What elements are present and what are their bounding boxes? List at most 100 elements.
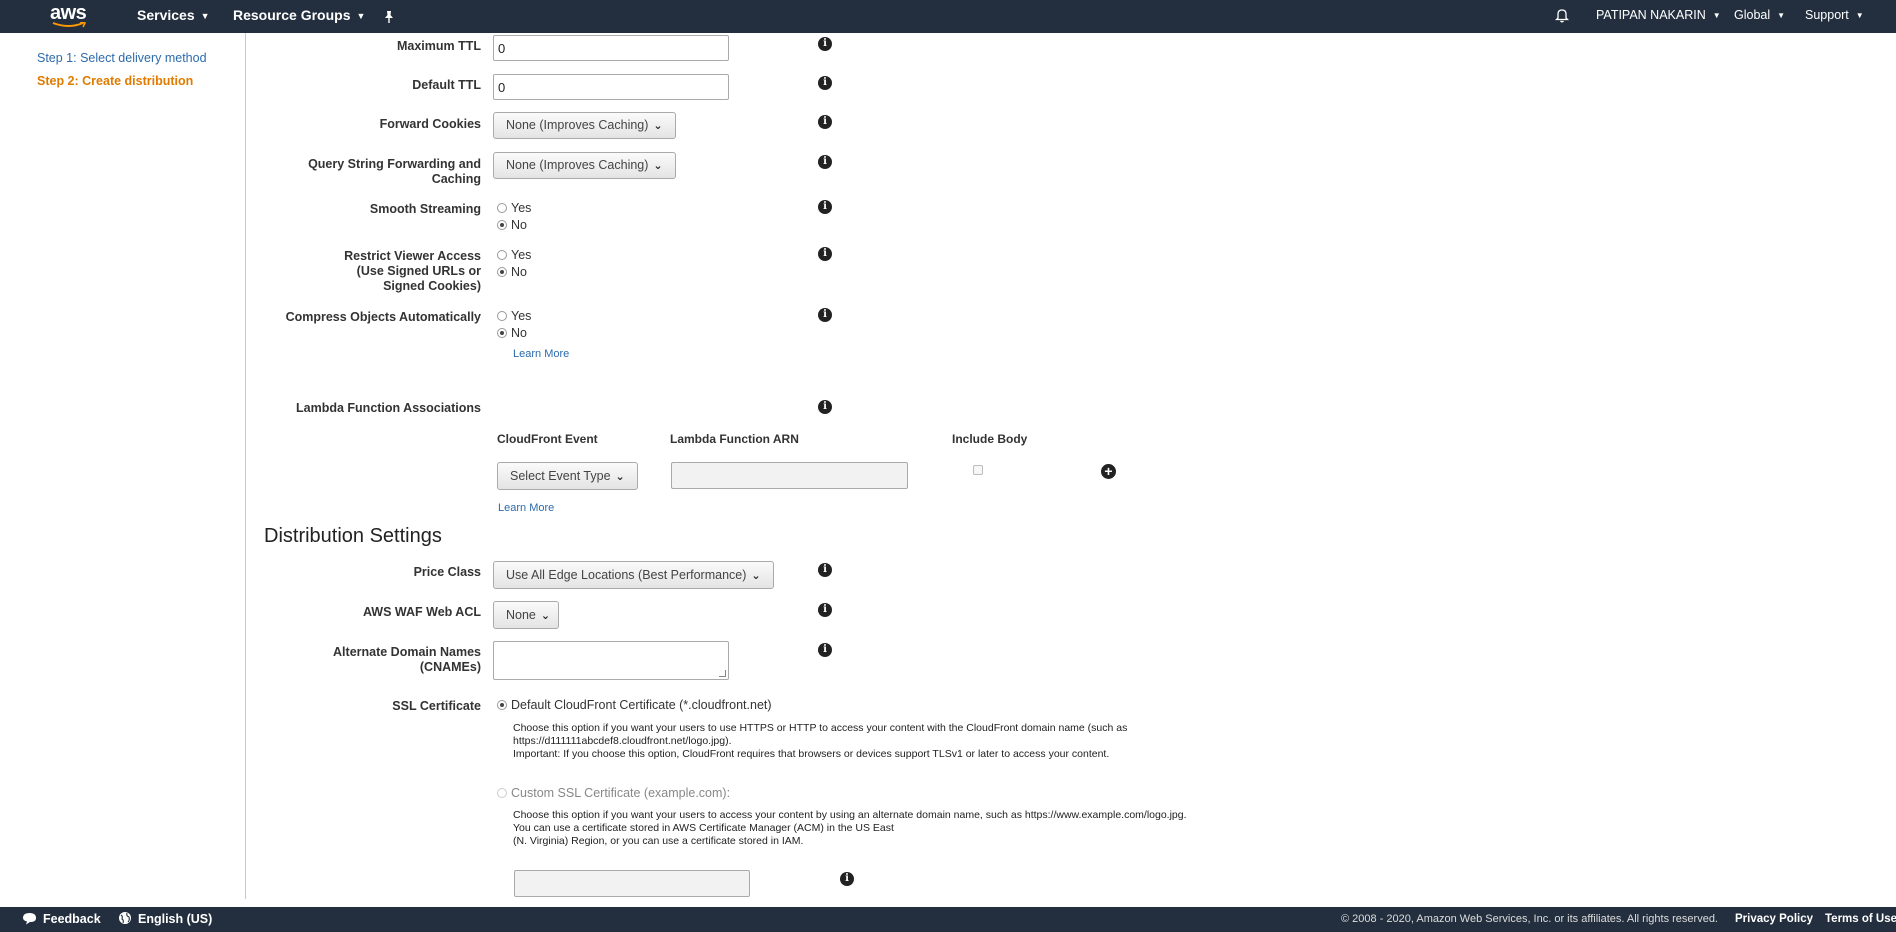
query-string-select[interactable]: None (Improves Caching) ⌄ (493, 152, 676, 179)
yes-label: Yes (511, 201, 532, 215)
compress-learn-more-link[interactable]: Learn More (513, 348, 569, 360)
speech-bubble-icon (23, 913, 36, 925)
cf-event-header: CloudFront Event (497, 432, 598, 446)
ssl-custom-option[interactable]: Custom SSL Certificate (example.com): (497, 785, 730, 801)
lambda-label: Lambda Function Associations (296, 401, 481, 415)
chevron-down-icon: ⌄ (540, 610, 551, 622)
custom-ssl-certificate-input[interactable] (514, 870, 750, 897)
no-label: No (511, 326, 527, 340)
ssl-custom-desc-line3: (N. Virginia) Region, or you can use a c… (513, 835, 804, 847)
query-string-label-line1: Query String Forwarding and (308, 157, 481, 171)
radio-button[interactable] (497, 203, 507, 213)
region-label: Global (1734, 8, 1771, 22)
language-selector[interactable]: English (US) (118, 907, 212, 932)
language-label: English (US) (138, 912, 213, 926)
lambda-arn-input[interactable] (671, 462, 908, 489)
section-title-distribution: Distribution Settings (264, 525, 442, 547)
smooth-streaming-no[interactable]: No (497, 217, 527, 233)
include-body-checkbox[interactable] (973, 465, 983, 475)
pin-icon[interactable] (383, 1, 395, 34)
price-class-select[interactable]: Use All Edge Locations (Best Performance… (493, 561, 774, 589)
add-circle-icon[interactable]: + (1101, 464, 1116, 479)
max-ttl-input[interactable] (493, 35, 729, 61)
chevron-down-icon: ▼ (1777, 11, 1786, 21)
radio-button[interactable] (497, 250, 507, 260)
restrict-viewer-label: Restrict Viewer Access (Use Signed URLs … (344, 249, 481, 294)
user-name: PATIPAN NAKARIN (1596, 8, 1706, 22)
chevron-down-icon: ▼ (356, 11, 366, 22)
sidebar-step-1[interactable]: Step 1: Select delivery method (37, 51, 207, 65)
resource-groups-menu[interactable]: Resource Groups ▼ (233, 0, 365, 33)
top-nav: aws Services ▼ Resource Groups ▼ PATIPAN N… (0, 0, 1896, 33)
radio-button[interactable] (497, 328, 507, 338)
restrict-viewer-yes[interactable]: Yes (497, 247, 531, 263)
info-icon[interactable]: i (818, 76, 832, 90)
info-icon[interactable]: i (818, 115, 832, 129)
yes-label: Yes (511, 248, 532, 262)
chevron-down-icon: ▼ (1712, 11, 1721, 21)
info-icon[interactable]: i (818, 200, 832, 214)
lambda-learn-more-link[interactable]: Learn More (498, 502, 554, 514)
ssl-custom-desc-line2: You can use a certificate stored in AWS … (513, 822, 894, 834)
ssl-custom-desc-line1: Choose this option if you want your user… (513, 809, 1187, 821)
price-class-value: Use All Edge Locations (Best Performance… (506, 568, 747, 582)
query-string-value: None (Improves Caching) (506, 158, 649, 172)
support-label: Support (1805, 8, 1849, 22)
restrict-viewer-no[interactable]: No (497, 264, 527, 280)
forward-cookies-value: None (Improves Caching) (506, 118, 649, 132)
user-menu[interactable]: PATIPAN NAKARIN ▼ (1596, 0, 1721, 33)
ssl-default-desc-line1: Choose this option if you want your user… (513, 722, 1128, 734)
info-icon[interactable]: i (818, 643, 832, 657)
radio-button[interactable] (497, 700, 507, 710)
price-class-label: Price Class (413, 565, 481, 579)
terms-of-use-link[interactable]: Terms of Use (1825, 907, 1896, 932)
feedback-button[interactable]: Feedback (22, 907, 101, 932)
info-icon[interactable]: i (840, 872, 854, 886)
footer: Feedback English (US) © 2008 - 2020, Ama… (0, 907, 1896, 932)
chevron-down-icon: ▼ (200, 11, 210, 22)
forward-cookies-select[interactable]: None (Improves Caching) ⌄ (493, 112, 676, 139)
radio-button[interactable] (497, 311, 507, 321)
compress-no[interactable]: No (497, 325, 527, 341)
sidebar-step-2[interactable]: Step 2: Create distribution (37, 74, 193, 88)
cnames-label: Alternate Domain Names (CNAMEs) (333, 645, 481, 675)
smooth-streaming-yes[interactable]: Yes (497, 200, 531, 216)
ssl-default-option[interactable]: Default CloudFront Certificate (*.cloudf… (497, 697, 772, 713)
ssl-default-desc-line3: Important: If you choose this option, Cl… (513, 748, 1110, 760)
services-label: Services (137, 7, 195, 23)
compress-yes[interactable]: Yes (497, 308, 531, 324)
feedback-label: Feedback (43, 912, 101, 926)
ssl-custom-label: Custom SSL Certificate (example.com): (511, 786, 731, 800)
region-menu[interactable]: Global ▼ (1734, 0, 1785, 33)
info-icon[interactable]: i (818, 563, 832, 577)
resource-groups-label: Resource Groups (233, 7, 351, 23)
info-icon[interactable]: i (818, 603, 832, 617)
smooth-streaming-label: Smooth Streaming (369, 202, 481, 216)
radio-button[interactable] (497, 220, 507, 230)
cnames-textarea[interactable] (493, 641, 729, 680)
info-icon[interactable]: i (818, 37, 832, 51)
waf-select[interactable]: None ⌄ (493, 601, 560, 629)
bell-icon[interactable] (1554, 0, 1570, 33)
ssl-custom-description: Choose this option if you want your user… (513, 809, 1187, 848)
services-menu[interactable]: Services ▼ (137, 0, 210, 33)
radio-button[interactable] (497, 267, 507, 277)
default-ttl-input[interactable] (493, 74, 729, 100)
chevron-down-icon: ⌄ (653, 120, 663, 132)
aws-logo[interactable]: aws (50, 2, 90, 30)
waf-label: AWS WAF Web ACL (362, 605, 481, 619)
event-type-select[interactable]: Select Event Type ⌄ (497, 462, 638, 490)
info-icon[interactable]: i (818, 247, 832, 261)
radio-button[interactable] (497, 788, 507, 798)
cnames-label-line2: (CNAMEs) (419, 660, 481, 674)
info-icon[interactable]: i (818, 155, 832, 169)
privacy-policy-link[interactable]: Privacy Policy (1735, 907, 1813, 932)
restrict-label-line2: (Use Signed URLs or (356, 264, 481, 278)
event-type-value: Select Event Type (510, 469, 611, 483)
globe-icon (119, 912, 131, 924)
query-string-label: Query String Forwarding and Caching (308, 157, 481, 187)
support-menu[interactable]: Support ▼ (1805, 0, 1864, 33)
info-icon[interactable]: i (818, 400, 832, 414)
default-ttl-label: Default TTL (412, 78, 481, 92)
info-icon[interactable]: i (818, 308, 832, 322)
